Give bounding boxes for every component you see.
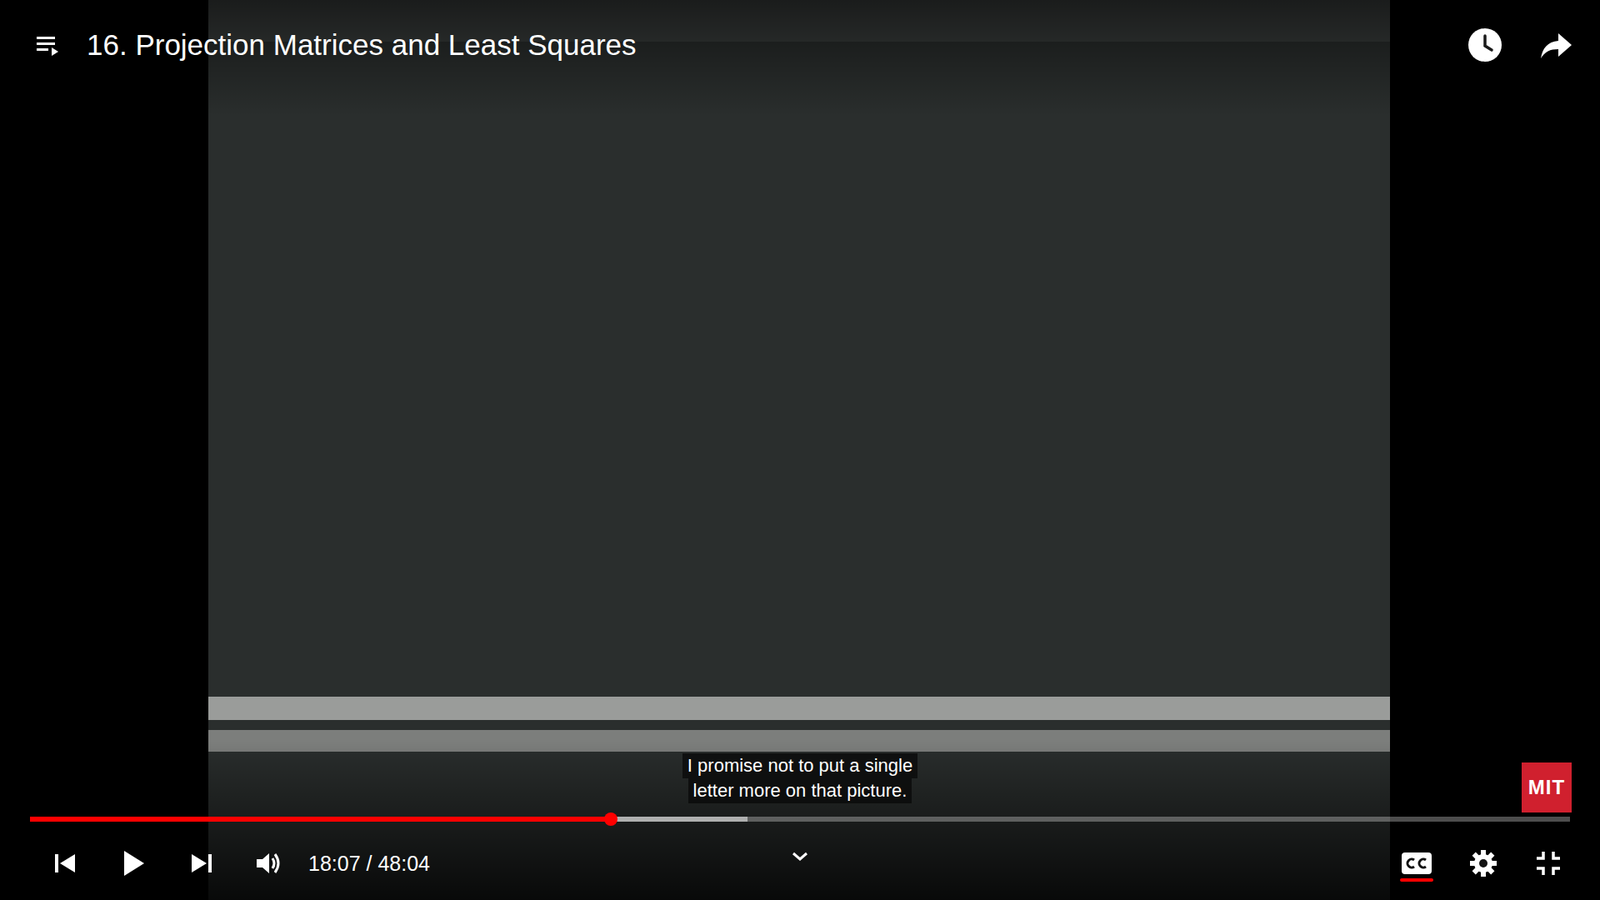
previous-icon[interactable] — [50, 848, 80, 879]
share-arrow-icon[interactable] — [1538, 26, 1575, 64]
caption-box: I promise not to put a singleletter more… — [0, 753, 1600, 804]
exit-fullscreen-icon[interactable] — [1533, 848, 1564, 879]
next-icon[interactable] — [186, 848, 217, 879]
settings-gear-icon[interactable] — [1468, 848, 1499, 879]
top-bar: 16. Projection Matrices and Least Square… — [0, 0, 1600, 64]
watch-later-clock-icon[interactable] — [1466, 26, 1504, 64]
chevron-down-icon[interactable] — [790, 846, 810, 867]
captions-icon — [1400, 850, 1434, 877]
played-fill — [30, 816, 611, 822]
playlist-icon[interactable] — [33, 30, 64, 60]
caption-line: letter more on that picture. — [688, 778, 913, 804]
mit-watermark[interactable]: MIT — [1521, 762, 1572, 813]
progress-bar[interactable] — [30, 816, 1570, 822]
scrubber-handle[interactable] — [604, 812, 618, 826]
control-bar: 18:07 / 48:04 — [0, 816, 1600, 900]
time-display: 18:07 / 48:04 — [308, 851, 430, 876]
video-title[interactable]: 16. Projection Matrices and Least Square… — [86, 28, 637, 62]
captions-button[interactable] — [1400, 845, 1434, 882]
watermark-label: MIT — [1528, 775, 1565, 800]
play-icon[interactable] — [116, 846, 150, 880]
caption-line: I promise not to put a single — [682, 753, 918, 779]
volume-icon[interactable] — [253, 848, 284, 879]
video-player[interactable]: 16. Projection Matrices and Least Square… — [0, 0, 1600, 900]
captions-on-indicator — [1400, 878, 1434, 882]
